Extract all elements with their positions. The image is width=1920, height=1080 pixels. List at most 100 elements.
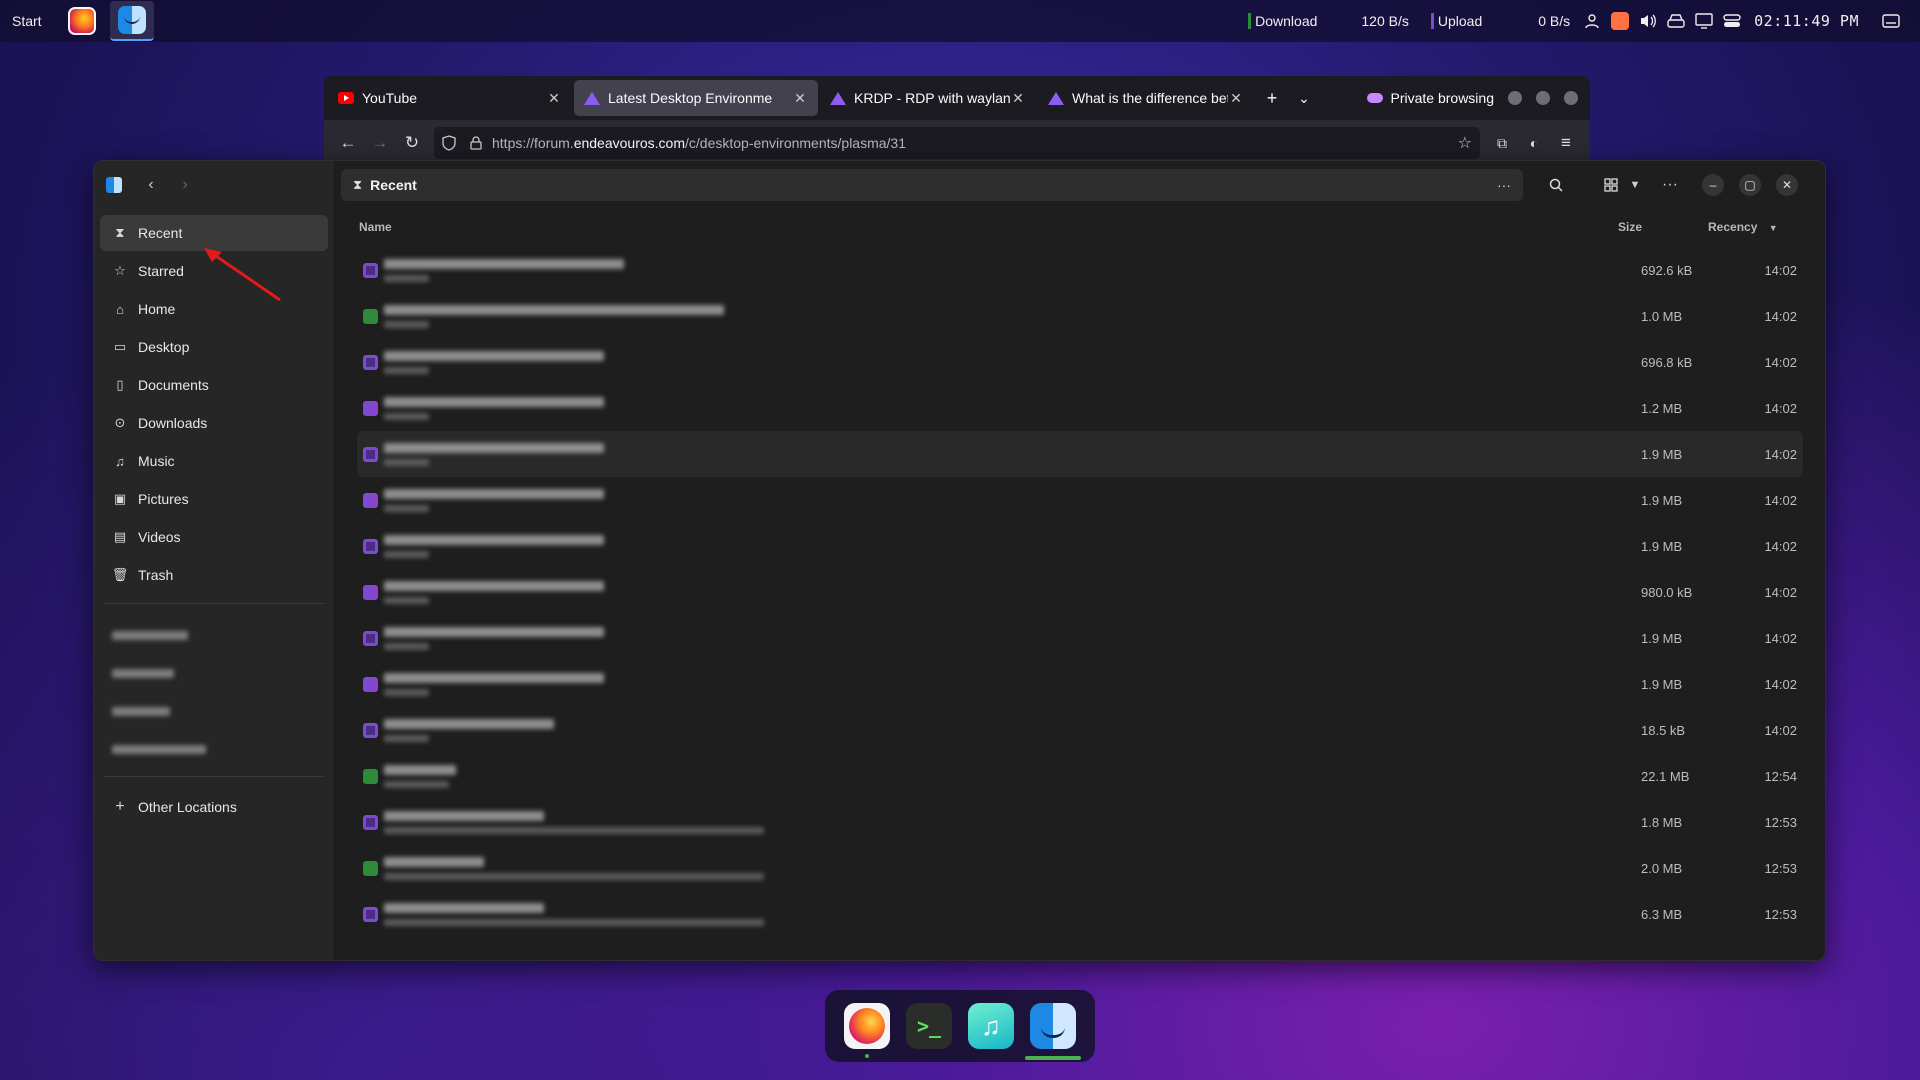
plus-icon: + bbox=[115, 798, 125, 815]
sidebar-bookmark[interactable] bbox=[100, 692, 328, 730]
file-row[interactable]: 1.9 MB 14:02 bbox=[357, 477, 1803, 523]
sidebar-separator bbox=[104, 603, 324, 604]
sidebar-bookmark[interactable] bbox=[100, 730, 328, 768]
close-button[interactable] bbox=[1564, 91, 1578, 105]
tab-difference[interactable]: What is the difference bet ✕ bbox=[1038, 80, 1254, 116]
sidebar-item-documents[interactable]: ▯ Documents bbox=[100, 367, 328, 403]
notes-app-icon[interactable] bbox=[1609, 10, 1631, 32]
path-bar[interactable]: ⧗ Recent ··· bbox=[341, 169, 1523, 201]
view-options-chevron-icon[interactable]: ▼ bbox=[1625, 168, 1645, 202]
close-button[interactable]: ✕ bbox=[1776, 174, 1798, 196]
file-time: 12:53 bbox=[1764, 860, 1797, 876]
tab-latest-desktop[interactable]: Latest Desktop Environme ✕ bbox=[574, 80, 818, 116]
file-time: 14:02 bbox=[1764, 538, 1797, 554]
maximize-button[interactable]: ▢ bbox=[1739, 174, 1761, 196]
reload-icon[interactable]: ↻ bbox=[396, 127, 428, 159]
sidebar-item-music[interactable]: ♫ Music bbox=[100, 443, 328, 479]
dock-firefox[interactable] bbox=[836, 990, 898, 1062]
sidebar-bookmark[interactable] bbox=[100, 616, 328, 654]
sidebar-item-trash[interactable]: 🗑 Trash bbox=[100, 557, 328, 593]
sidebar-item-label: Other Locations bbox=[138, 799, 237, 815]
show-desktop-icon[interactable] bbox=[1880, 10, 1902, 32]
dock-terminal[interactable]: >_ bbox=[898, 990, 960, 1062]
start-button[interactable]: Start bbox=[12, 13, 54, 29]
file-name-redacted bbox=[384, 580, 1641, 604]
file-row[interactable]: 692.6 kB 14:02 bbox=[357, 247, 1803, 293]
redacted-location bbox=[384, 642, 429, 650]
bookmark-star-icon[interactable]: ☆ bbox=[1458, 133, 1472, 153]
close-tab-icon[interactable]: ✕ bbox=[792, 90, 808, 107]
file-type-icon bbox=[363, 768, 378, 784]
file-row[interactable]: 2.0 MB 12:53 bbox=[357, 845, 1803, 891]
tab-krdp[interactable]: KRDP - RDP with wayland ✕ bbox=[820, 80, 1036, 116]
private-label: Private browsing bbox=[1390, 90, 1495, 106]
file-row[interactable]: 22.1 MB 12:54 bbox=[357, 753, 1803, 799]
file-row[interactable]: 18.5 kB 14:02 bbox=[357, 707, 1803, 753]
file-row[interactable]: 1.9 MB 14:02 bbox=[357, 661, 1803, 707]
new-tab-button[interactable]: + bbox=[1256, 82, 1288, 114]
extensions-icon[interactable]: ⧉ bbox=[1486, 127, 1518, 159]
private-browsing-indicator: Private browsing bbox=[1366, 90, 1578, 106]
firefox-icon bbox=[844, 1003, 890, 1049]
clock[interactable]: 02:11:49 PM bbox=[1754, 12, 1859, 30]
maximize-button[interactable] bbox=[1536, 91, 1550, 105]
forward-arrow-icon[interactable]: → bbox=[364, 127, 396, 159]
sidebar-item-downloads[interactable]: ⊙ Downloads bbox=[100, 405, 328, 441]
dock-music[interactable]: ♫ bbox=[960, 990, 1022, 1062]
back-arrow-icon[interactable]: ← bbox=[332, 127, 364, 159]
drive-icon[interactable] bbox=[1665, 10, 1687, 32]
dock-file-manager[interactable] bbox=[1022, 990, 1084, 1062]
trash-icon: 🗑 bbox=[111, 567, 129, 582]
sidebar-item-pictures[interactable]: ▣ Pictures bbox=[100, 481, 328, 517]
file-row[interactable]: 1.8 MB 12:53 bbox=[357, 799, 1803, 845]
back-chevron-icon[interactable]: ‹ bbox=[134, 168, 168, 202]
search-icon[interactable] bbox=[1539, 168, 1573, 202]
minimize-button[interactable] bbox=[1508, 91, 1522, 105]
file-row[interactable]: 1.9 MB 14:02 bbox=[357, 431, 1803, 477]
taskbar-firefox[interactable] bbox=[60, 1, 104, 41]
file-row[interactable]: 696.8 kB 14:02 bbox=[357, 339, 1803, 385]
file-type-icon bbox=[363, 814, 378, 830]
file-type-icon bbox=[363, 722, 378, 738]
endeavouros-icon bbox=[830, 91, 846, 105]
list-tabs-chevron-icon[interactable]: ⌄ bbox=[1288, 82, 1320, 114]
taskbar-file-manager[interactable] bbox=[110, 1, 154, 41]
toggle-settings-icon[interactable] bbox=[1721, 10, 1743, 32]
file-size: 696.8 kB bbox=[1641, 354, 1693, 370]
volume-icon[interactable] bbox=[1637, 10, 1659, 32]
redacted-location bbox=[384, 734, 429, 742]
file-type-icon bbox=[363, 446, 378, 462]
sidebar-item-videos[interactable]: ▤ Videos bbox=[100, 519, 328, 555]
close-tab-icon[interactable]: ✕ bbox=[1010, 90, 1026, 107]
tab-youtube[interactable]: YouTube ✕ bbox=[328, 80, 572, 116]
music-player-icon: ♫ bbox=[968, 1003, 1014, 1049]
url-text: https://forum.endeavouros.com/c/desktop-… bbox=[492, 135, 1458, 151]
display-icon[interactable] bbox=[1693, 10, 1715, 32]
column-name[interactable]: Name bbox=[359, 220, 1618, 234]
user-icon[interactable] bbox=[1581, 10, 1603, 32]
close-tab-icon[interactable]: ✕ bbox=[546, 90, 562, 107]
tab-strip: YouTube ✕ Latest Desktop Environme ✕ KRD… bbox=[324, 76, 1590, 120]
menu-icon[interactable]: ≡ bbox=[1550, 127, 1582, 159]
close-tab-icon[interactable]: ✕ bbox=[1228, 90, 1244, 107]
file-row[interactable]: 1.9 MB 14:02 bbox=[357, 523, 1803, 569]
file-row[interactable]: 1.0 MB 14:02 bbox=[357, 293, 1803, 339]
more-options-icon[interactable]: ··· bbox=[1497, 177, 1511, 193]
url-bar[interactable]: https://forum.endeavouros.com/c/desktop-… bbox=[434, 127, 1480, 159]
minimize-button[interactable]: – bbox=[1702, 174, 1724, 196]
column-recency[interactable]: Recency ▼ bbox=[1708, 220, 1803, 234]
sidebar-bookmark[interactable] bbox=[100, 654, 328, 692]
main-menu-icon[interactable]: ··· bbox=[1653, 168, 1687, 202]
grid-view-icon[interactable] bbox=[1597, 168, 1625, 202]
account-icon[interactable]: ◐ bbox=[1518, 127, 1550, 159]
column-size[interactable]: Size bbox=[1618, 220, 1708, 234]
sidebar-item-desktop[interactable]: ▭ Desktop bbox=[100, 329, 328, 365]
file-row[interactable]: 6.3 MB 12:53 bbox=[357, 891, 1803, 937]
sidebar-item-other-locations[interactable]: + Other Locations bbox=[100, 789, 328, 825]
file-row[interactable]: 980.0 kB 14:02 bbox=[357, 569, 1803, 615]
file-row[interactable]: 1.2 MB 14:02 bbox=[357, 385, 1803, 431]
forward-chevron-icon[interactable]: › bbox=[168, 168, 202, 202]
download-icon: ⊙ bbox=[114, 415, 126, 430]
file-row[interactable]: 1.9 MB 14:02 bbox=[357, 615, 1803, 661]
file-type-icon bbox=[363, 308, 378, 324]
